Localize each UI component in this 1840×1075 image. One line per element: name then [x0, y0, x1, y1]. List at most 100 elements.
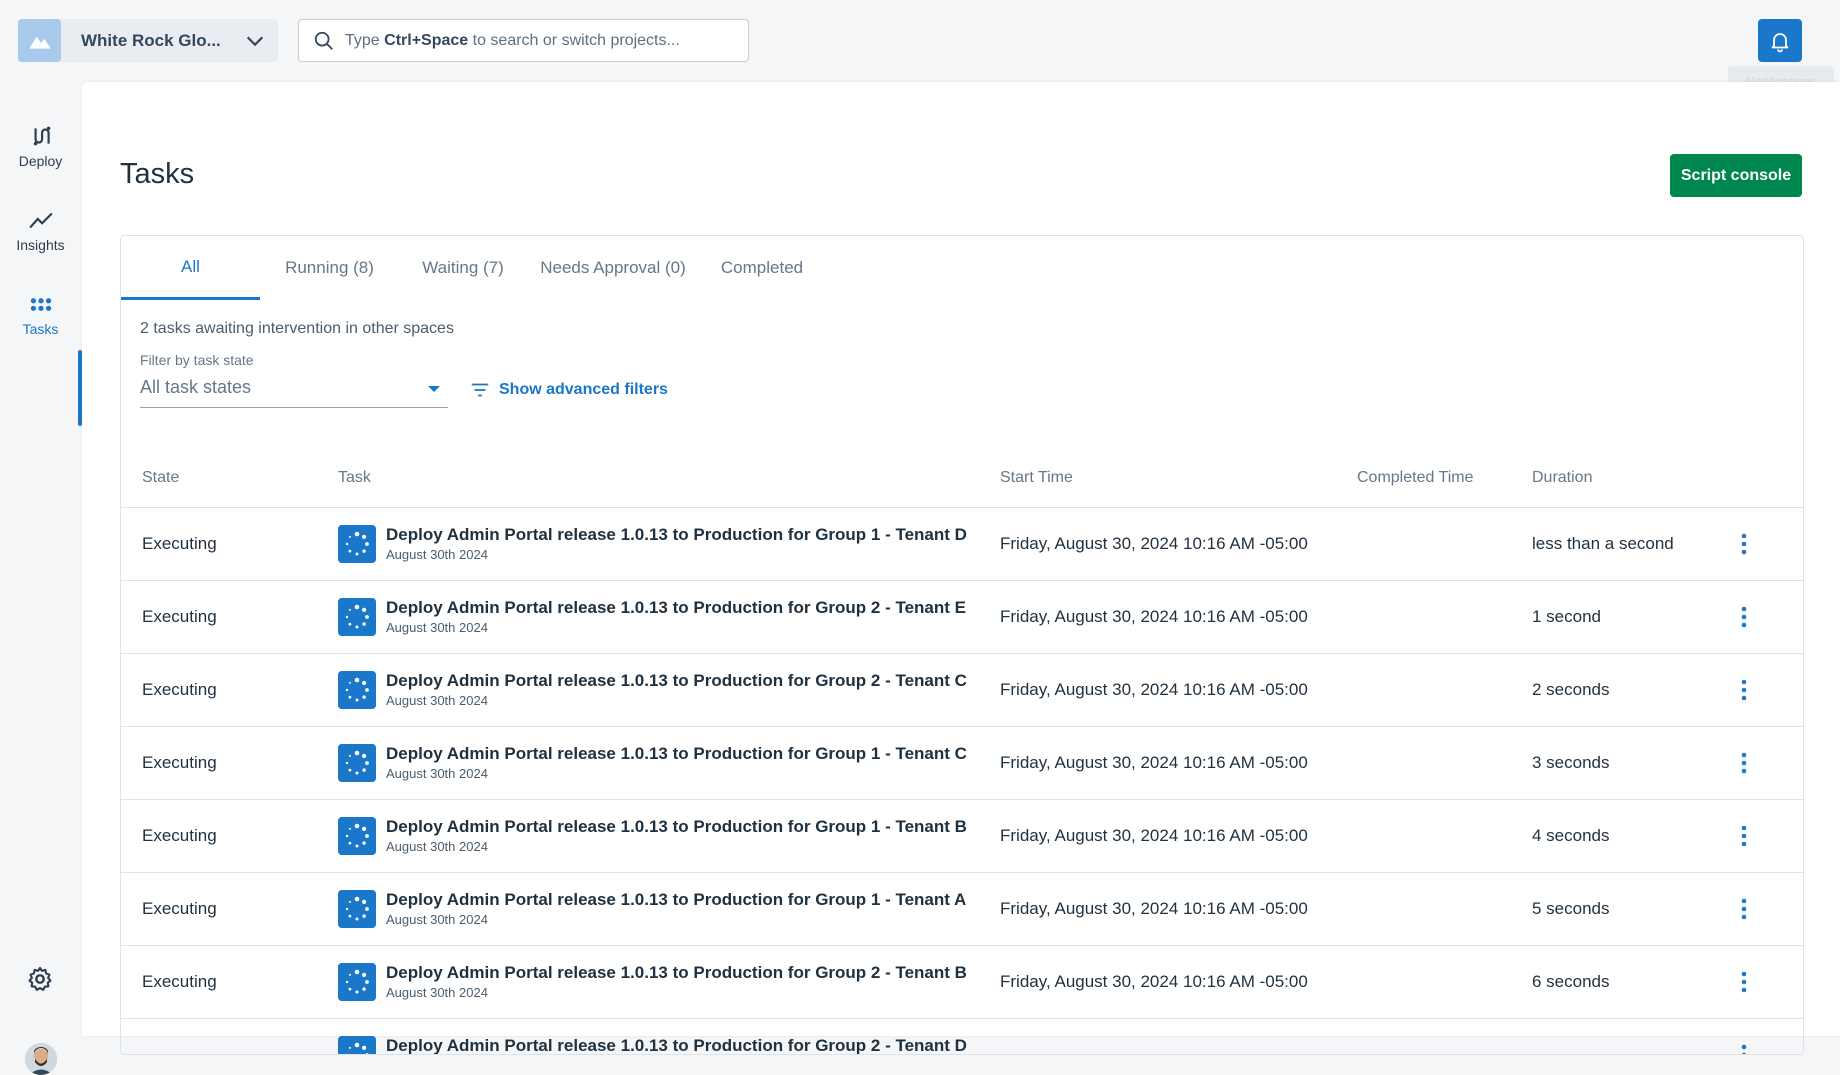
task-start-time: Friday, August 30, 2024 10:16 AM -05:00: [1000, 680, 1308, 699]
table-row[interactable]: Executing Deploy Admin Portal release 1.…: [121, 800, 1803, 873]
dropdown-caret-icon: [428, 386, 440, 392]
space-switcher[interactable]: White Rock Glo...: [18, 19, 278, 62]
executing-spinner-icon: [338, 817, 376, 855]
tab-needs-approval[interactable]: Needs Approval (0): [527, 236, 699, 300]
task-duration: 4 seconds: [1532, 826, 1610, 845]
table-row[interactable]: Deploy Admin Portal release 1.0.13 to Pr…: [121, 1019, 1803, 1055]
more-vertical-icon[interactable]: [1739, 678, 1749, 702]
task-state: Executing: [142, 753, 217, 772]
task-link[interactable]: Deploy Admin Portal release 1.0.13 to Pr…: [386, 817, 967, 837]
task-duration: 3 seconds: [1532, 753, 1610, 772]
column-start-time: Start Time: [1000, 469, 1073, 486]
task-date: August 30th 2024: [386, 620, 488, 635]
more-vertical-icon[interactable]: [1739, 897, 1749, 921]
task-link[interactable]: Deploy Admin Portal release 1.0.13 to Pr…: [386, 598, 966, 618]
nav-item-insights[interactable]: Insights: [0, 197, 81, 273]
executing-spinner-icon: [338, 671, 376, 709]
task-link[interactable]: Deploy Admin Portal release 1.0.13 to Pr…: [386, 1036, 967, 1054]
column-state: State: [142, 469, 180, 486]
task-state-value: All task states: [140, 377, 252, 397]
nav-item-tasks[interactable]: Tasks: [0, 281, 81, 357]
task-link[interactable]: Deploy Admin Portal release 1.0.13 to Pr…: [386, 963, 967, 983]
tab-completed[interactable]: Completed: [699, 236, 825, 300]
left-nav: Deploy Insights Tasks: [0, 80, 82, 1075]
avatar-image: [25, 1043, 57, 1075]
tasks-icon: [30, 298, 51, 311]
script-console-button[interactable]: Script console: [1670, 154, 1802, 197]
executing-spinner-icon: [338, 744, 376, 782]
executing-spinner-icon: [338, 525, 376, 563]
deploy-icon: [33, 126, 50, 146]
nav-item-deploy[interactable]: Deploy: [0, 113, 81, 189]
table-row[interactable]: Executing Deploy Admin Portal release 1.…: [121, 654, 1803, 727]
task-link[interactable]: Deploy Admin Portal release 1.0.13 to Pr…: [386, 890, 966, 910]
nav-label-tasks: Tasks: [22, 321, 59, 337]
executing-spinner-icon: [338, 963, 376, 1001]
user-avatar[interactable]: [25, 1043, 57, 1075]
table-row[interactable]: Executing Deploy Admin Portal release 1.…: [121, 727, 1803, 800]
chevron-down-icon[interactable]: [244, 30, 266, 52]
search-input[interactable]: Type Ctrl+Space to search or switch proj…: [298, 19, 749, 62]
nav-label-insights: Insights: [16, 237, 65, 253]
table-row[interactable]: Executing Deploy Admin Portal release 1.…: [121, 873, 1803, 946]
task-start-time: Friday, August 30, 2024 10:16 AM -05:00: [1000, 972, 1308, 991]
insights-icon: [28, 212, 53, 229]
nav-label-deploy: Deploy: [18, 153, 63, 169]
task-duration: 5 seconds: [1532, 899, 1610, 918]
task-date: August 30th 2024: [386, 766, 488, 781]
more-vertical-icon[interactable]: [1739, 532, 1749, 556]
task-state: Executing: [142, 607, 217, 626]
bell-icon: [1771, 32, 1789, 52]
task-link[interactable]: Deploy Admin Portal release 1.0.13 to Pr…: [386, 671, 967, 691]
more-vertical-icon[interactable]: [1739, 1043, 1749, 1055]
task-tabs: All Running (8) Waiting (7) Needs Approv…: [121, 236, 1803, 300]
task-state: Executing: [142, 972, 217, 991]
column-duration: Duration: [1532, 469, 1593, 486]
executing-spinner-icon: [338, 598, 376, 636]
task-link[interactable]: Deploy Admin Portal release 1.0.13 to Pr…: [386, 744, 967, 764]
task-duration: 2 seconds: [1532, 680, 1610, 699]
top-bar: White Rock Glo... Type Ctrl+Space to sea…: [0, 0, 1840, 96]
task-date: August 30th 2024: [386, 839, 488, 854]
more-vertical-icon[interactable]: [1739, 605, 1749, 629]
task-start-time: Friday, August 30, 2024 10:16 AM -05:00: [1000, 534, 1308, 553]
filter-icon: [471, 383, 489, 397]
tab-all[interactable]: All: [121, 236, 260, 300]
executing-spinner-icon: [338, 890, 376, 928]
table-row[interactable]: Executing Deploy Admin Portal release 1.…: [121, 946, 1803, 1019]
tab-waiting[interactable]: Waiting (7): [399, 236, 527, 300]
task-duration: 6 seconds: [1532, 972, 1610, 991]
table-row[interactable]: Executing Deploy Admin Portal release 1.…: [121, 508, 1803, 581]
task-state: Executing: [142, 899, 217, 918]
task-date: August 30th 2024: [386, 693, 488, 708]
notifications-button[interactable]: [1758, 19, 1802, 62]
more-vertical-icon[interactable]: [1739, 751, 1749, 775]
task-start-time: Friday, August 30, 2024 10:16 AM -05:00: [1000, 826, 1308, 845]
filter-label: Filter by task state: [140, 352, 254, 368]
more-vertical-icon[interactable]: [1739, 970, 1749, 994]
task-state-select[interactable]: All task states: [140, 371, 448, 408]
task-date: August 30th 2024: [386, 912, 488, 927]
search-placeholder: Type Ctrl+Space to search or switch proj…: [345, 31, 680, 49]
search-icon: [314, 31, 333, 50]
space-name: White Rock Glo...: [81, 30, 221, 50]
show-advanced-filters-button[interactable]: Show advanced filters: [469, 379, 668, 401]
intervention-notice[interactable]: 2 tasks awaiting intervention in other s…: [140, 320, 454, 338]
task-state: Executing: [142, 826, 217, 845]
main-panel: Tasks Script console All Running (8) Wai…: [82, 82, 1840, 1055]
task-link[interactable]: Deploy Admin Portal release 1.0.13 to Pr…: [386, 525, 967, 545]
task-start-time: Friday, August 30, 2024 10:16 AM -05:00: [1000, 899, 1308, 918]
more-vertical-icon[interactable]: [1739, 824, 1749, 848]
column-completed-time: Completed Time: [1357, 469, 1474, 486]
tasks-table: State Task Start Time Completed Time Dur…: [121, 448, 1803, 1055]
executing-spinner-icon: [338, 1036, 376, 1054]
task-state: Executing: [142, 680, 217, 699]
table-row[interactable]: Executing Deploy Admin Portal release 1.…: [121, 581, 1803, 654]
tab-running[interactable]: Running (8): [260, 236, 399, 300]
page-title: Tasks: [120, 158, 195, 190]
task-date: August 30th 2024: [386, 985, 488, 1000]
task-date: August 30th 2024: [386, 547, 488, 562]
task-start-time: Friday, August 30, 2024 10:16 AM -05:00: [1000, 753, 1308, 772]
settings-gear-icon[interactable]: [26, 965, 54, 993]
task-duration: less than a second: [1532, 534, 1674, 553]
